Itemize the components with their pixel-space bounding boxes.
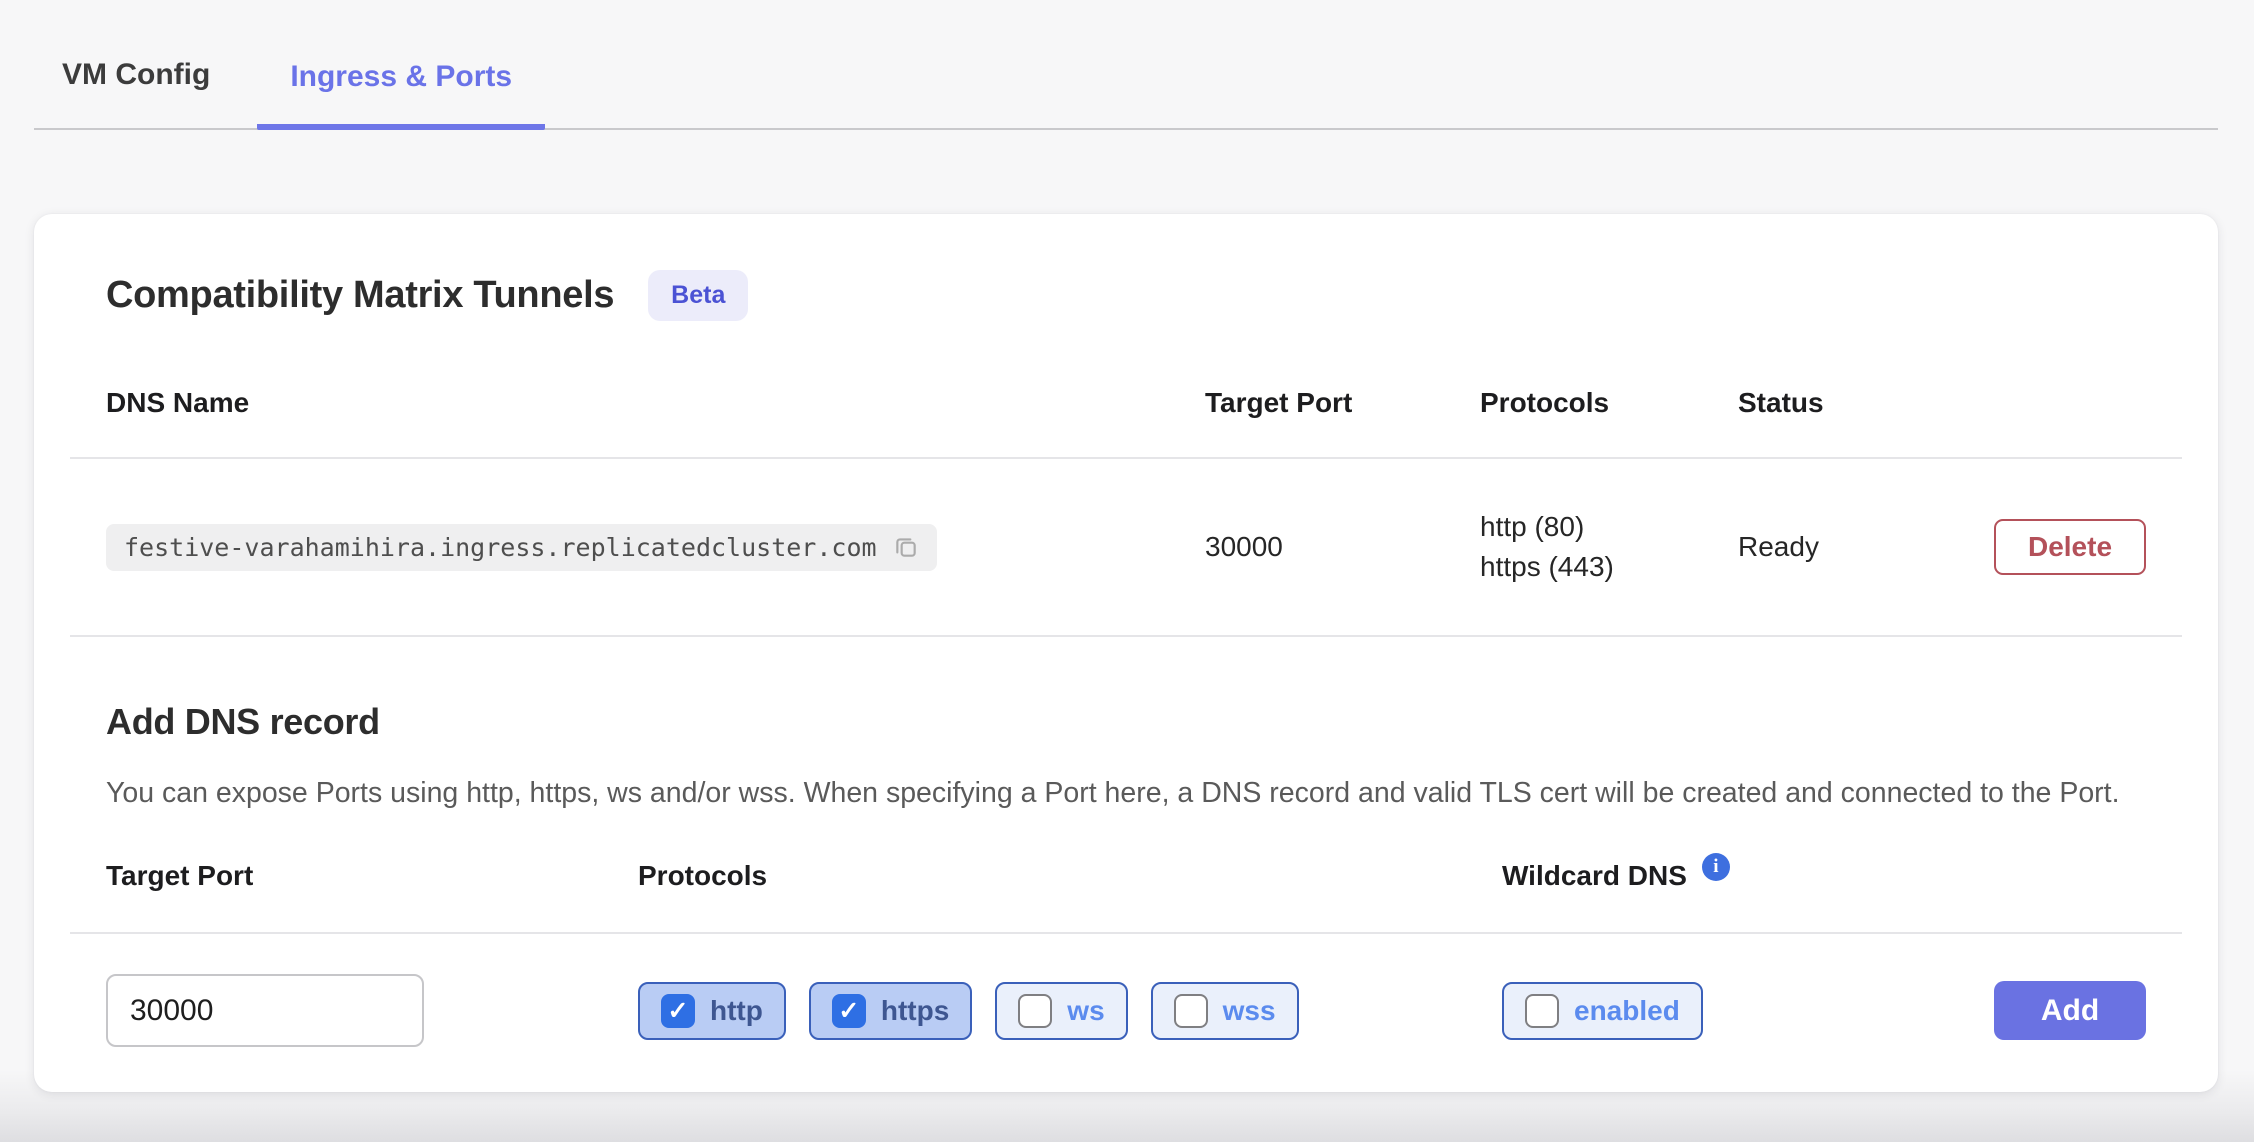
checkbox-http-box xyxy=(661,994,695,1028)
checkbox-wildcard-box xyxy=(1525,994,1559,1028)
checkbox-ws[interactable]: ws xyxy=(995,982,1127,1040)
beta-badge: Beta xyxy=(648,270,748,321)
protocol-http: http (80) xyxy=(1480,507,1738,547)
row-target-port: 30000 xyxy=(1205,531,1480,563)
delete-button[interactable]: Delete xyxy=(1994,519,2146,575)
checkbox-https-box xyxy=(832,994,866,1028)
copy-icon[interactable] xyxy=(893,534,919,560)
add-dns-record-description: You can expose Ports using http, https, … xyxy=(106,773,2146,814)
row-protocols: http (80) https (443) xyxy=(1480,507,1738,587)
wildcard-dns-label-text: Wildcard DNS xyxy=(1502,860,1687,892)
form-label-target-port: Target Port xyxy=(106,860,638,892)
tab-bar: VM Config Ingress & Ports xyxy=(34,0,2218,130)
checkbox-http[interactable]: http xyxy=(638,982,786,1040)
tab-vm-config[interactable]: VM Config xyxy=(62,58,210,128)
checkbox-wss-box xyxy=(1174,994,1208,1028)
tunnels-table-header: DNS Name Target Port Protocols Status xyxy=(70,321,2182,459)
checkbox-ws-label: ws xyxy=(1067,995,1104,1027)
col-header-status: Status xyxy=(1738,387,1976,419)
target-port-input[interactable] xyxy=(106,974,424,1047)
form-label-protocols: Protocols xyxy=(638,860,1502,892)
dns-name-pill: festive-varahamihira.ingress.replicatedc… xyxy=(106,524,937,571)
card-title: Compatibility Matrix Tunnels xyxy=(106,274,614,317)
add-button[interactable]: Add xyxy=(1994,981,2146,1040)
row-status: Ready xyxy=(1738,531,1976,563)
col-header-target-port: Target Port xyxy=(1205,387,1480,419)
add-form-row: http https ws wss enabled Add xyxy=(70,934,2182,1092)
checkbox-https[interactable]: https xyxy=(809,982,972,1040)
tab-ingress-ports[interactable]: Ingress & Ports xyxy=(257,60,545,130)
protocol-https: https (443) xyxy=(1480,547,1738,587)
protocol-checkbox-group: http https ws wss xyxy=(638,982,1502,1040)
dns-name-value: festive-varahamihira.ingress.replicatedc… xyxy=(124,533,877,562)
card-header: Compatibility Matrix Tunnels Beta xyxy=(34,214,2218,321)
col-header-dns-name: DNS Name xyxy=(106,387,1205,419)
checkbox-ws-box xyxy=(1018,994,1052,1028)
checkbox-wildcard-label: enabled xyxy=(1574,995,1680,1027)
tunnels-card: Compatibility Matrix Tunnels Beta DNS Na… xyxy=(34,214,2218,1092)
checkbox-wss-label: wss xyxy=(1223,995,1276,1027)
form-label-wildcard-dns: Wildcard DNS i xyxy=(1502,860,1976,892)
info-icon[interactable]: i xyxy=(1702,853,1730,881)
table-row: festive-varahamihira.ingress.replicatedc… xyxy=(70,459,2182,637)
col-header-protocols: Protocols xyxy=(1480,387,1738,419)
checkbox-http-label: http xyxy=(710,995,763,1027)
add-dns-record-title: Add DNS record xyxy=(106,701,2146,743)
checkbox-https-label: https xyxy=(881,995,949,1027)
checkbox-wss[interactable]: wss xyxy=(1151,982,1299,1040)
checkbox-wildcard-enabled[interactable]: enabled xyxy=(1502,982,1703,1040)
add-form-header: Target Port Protocols Wildcard DNS i xyxy=(70,814,2182,934)
